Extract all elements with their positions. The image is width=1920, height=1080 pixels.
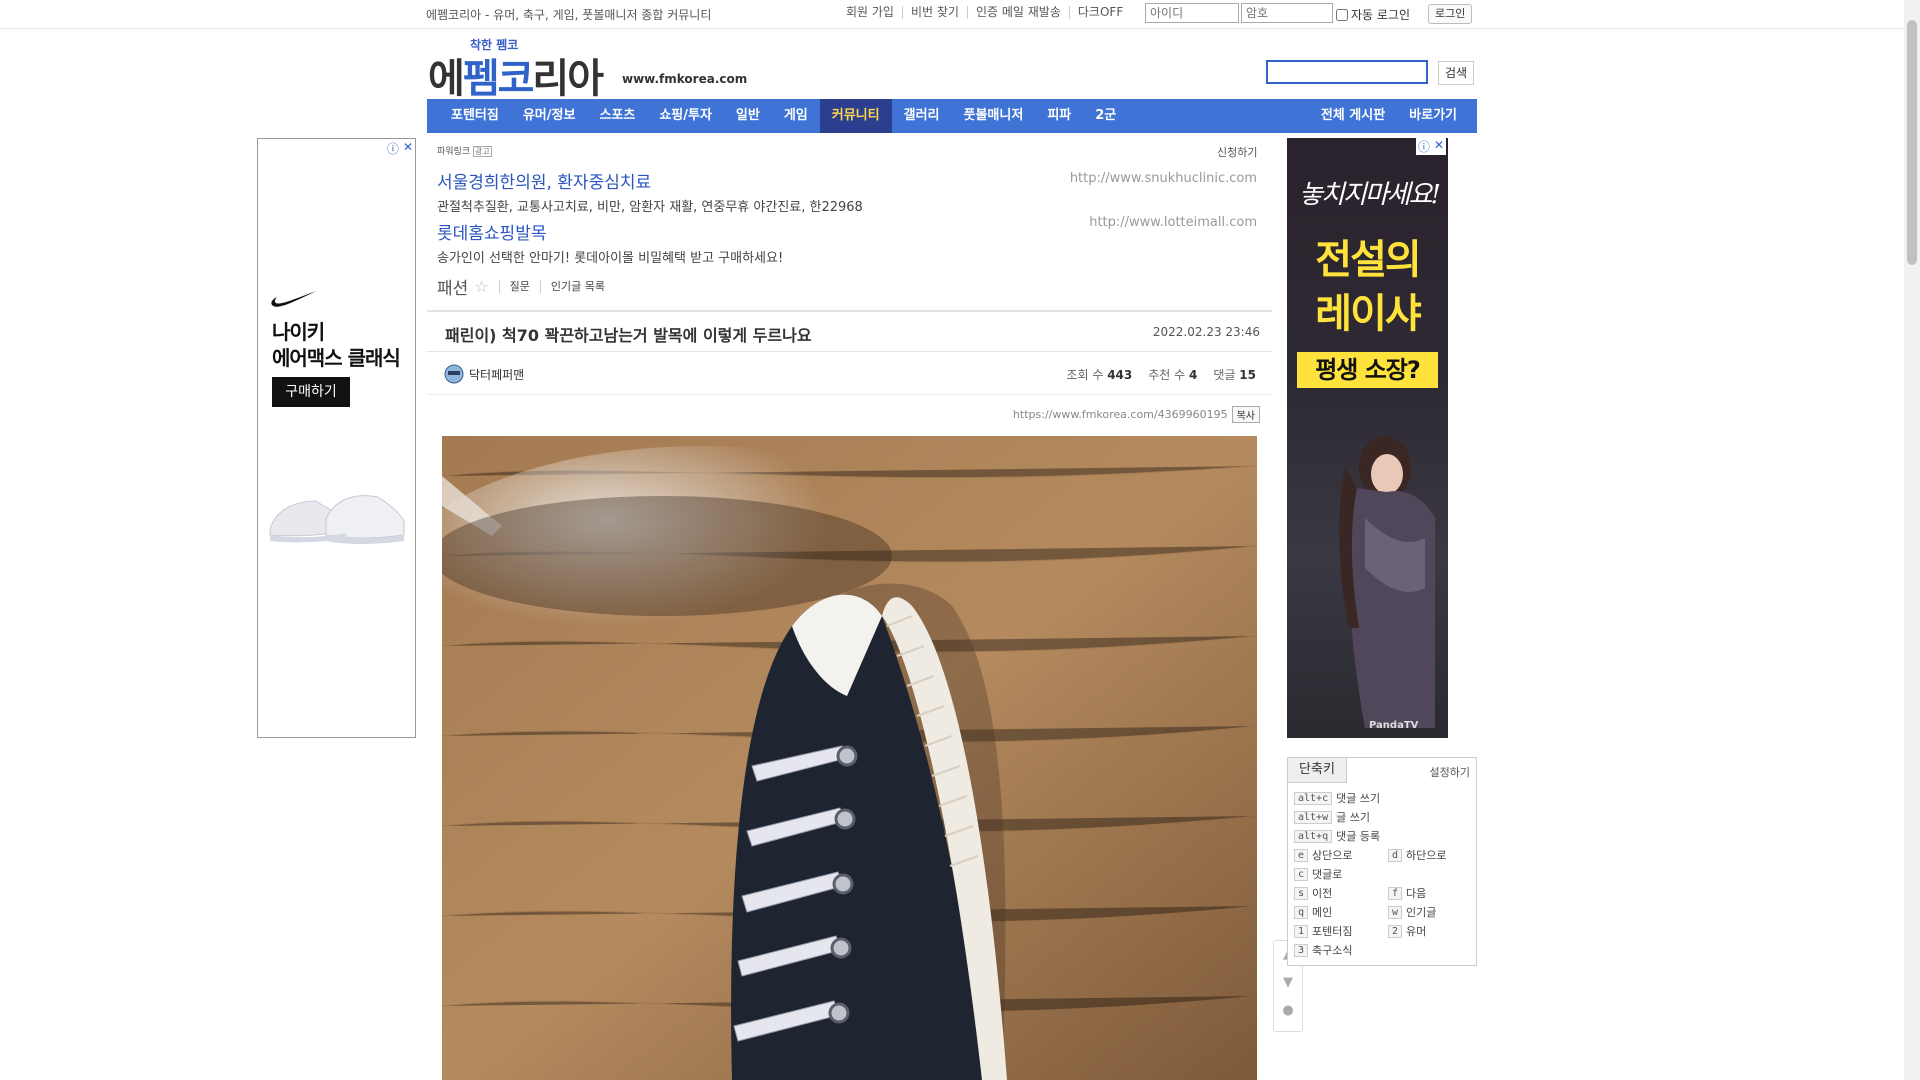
scrollbar-thumb[interactable] [1907,20,1917,265]
search-button[interactable]: 검색 [1438,61,1474,85]
post-url[interactable]: https://www.fmkorea.com/4369960195 [1013,408,1228,421]
left-ad-text: 나이키 에어맥스 클래식 [272,320,401,370]
avatar[interactable] [443,363,465,385]
powerlink-apply-link[interactable]: 신청하기 [1217,144,1257,160]
shortcut-item: alt+q 댓글 등록 [1294,828,1380,844]
nav-item-general[interactable]: 일반 [724,99,772,133]
nav-item-fm[interactable]: 풋볼매니저 [952,99,1036,133]
nav-item-shopping[interactable]: 쇼핑/투자 [647,99,724,133]
nav-item-gallery[interactable]: 갤러리 [892,99,952,133]
left-ad-buy-button[interactable]: 구매하기 [272,377,350,407]
login-button[interactable]: 로그인 [1428,4,1473,24]
right-ad-script: 놓치지마세요! [1299,180,1441,210]
auto-login[interactable]: 자동 로그인 [1336,6,1410,23]
left-ad-banner[interactable]: ⓘ ✕ 나이키 에어맥스 클래식 구매하기 [257,138,416,738]
shortcut-tab[interactable]: 단축키 [1288,758,1347,783]
nav-item-game[interactable]: 게임 [772,99,820,133]
shortcut-item: w 인기글 [1388,904,1436,920]
text-ad-url[interactable]: http://www.snukhuclinic.com [1070,171,1257,186]
dark-mode-toggle[interactable]: 다크OFF [1070,6,1131,19]
nav-item-community[interactable]: 커뮤니티 [819,99,892,133]
close-icon: ✕ [402,140,413,154]
text-ad-1[interactable]: 서울경희한의원, 환자중심치료 관절척추질환, 교통사고치료, 비만, 암환자 … [437,168,1267,215]
shortcut-item: 3 축구소식 [1294,942,1353,958]
id-input[interactable] [1145,3,1239,23]
shortcut-item: e 상단으로 [1294,847,1353,863]
post-date: 2022.02.23 23:46 [1152,325,1260,339]
board-sub-popular[interactable]: 인기글 목록 [539,280,615,293]
sneaker-image [269,495,405,544]
resend-email-link[interactable]: 인증 메일 재발송 [968,6,1070,19]
post-image[interactable] [442,436,1257,1080]
right-ad-box: 평생 소장? [1297,352,1438,388]
password-input[interactable] [1241,3,1333,23]
shortcut-item: c 댓글로 [1294,866,1342,882]
search-input[interactable] [1266,60,1428,84]
page-scrollbar[interactable] [1904,0,1920,1080]
powerlink-label: 파워링크 광고 [437,146,492,157]
comment-icon[interactable]: ● [1274,997,1302,1025]
info-icon: ⓘ [1417,140,1430,154]
shortcut-item: alt+w 글 쓰기 [1294,809,1370,825]
comments-stat: 댓글 15 [1213,368,1256,382]
nav-item-humor[interactable]: 유머/정보 [511,99,588,133]
shortcut-box: 단축키 설정하기 alt+c 댓글 쓰기 alt+w 글 쓰기 alt+q 댓글 등록… [1287,757,1477,966]
text-ad-url[interactable]: http://www.lotteimall.com [1089,215,1257,230]
info-icon: ⓘ [386,142,399,156]
shortcut-item: q 메인 [1294,904,1332,920]
text-ad-desc: 송가인이 선택한 안마기! 롯데아이몰 비밀혜택 받고 구매하세요! [437,251,784,266]
shortcut-item: 1 포텐터짐 [1294,923,1353,939]
board-name[interactable]: 패션 [437,274,468,299]
auto-login-label: 자동 로그인 [1351,8,1411,22]
text-ad-desc: 관절척추질환, 교통사고치료, 비만, 암환자 재활, 연중무휴 야간진료, 한… [437,200,863,215]
shortcut-item: 2 유머 [1388,923,1426,939]
recommend-stat: 추천 수 4 [1148,368,1198,382]
main-nav: 포텐터짐 유머/정보 스포츠 쇼핑/투자 일반 게임 커뮤니티 갤러리 풋볼매니… [427,99,1477,133]
shortcut-item: f 다음 [1388,885,1426,901]
nav-item-poten[interactable]: 포텐터짐 [439,99,511,133]
close-icon: ✕ [1433,138,1444,152]
scroll-down-icon[interactable]: ▼ [1274,969,1302,997]
right-ad-banner[interactable]: ⓘ ✕ 놓치지마세요! 전설의 레이샤 평생 소장? PandaTV [1287,138,1448,738]
shortcut-item: alt+c 댓글 쓰기 [1294,790,1380,806]
shortcut-item: s 이전 [1294,885,1332,901]
right-ad-line1: 전설의 [1315,237,1421,283]
top-bar: 에펨코리아 - 유머, 축구, 게임, 풋볼매니저 종합 커뮤니티 회원 가입 … [0,0,1904,29]
signup-link[interactable]: 회원 가입 [838,6,903,19]
shortcut-settings-link[interactable]: 설정하기 [1430,764,1470,780]
board-sub-question[interactable]: 질문 [498,280,540,293]
top-links: 회원 가입 비번 찾기 인증 메일 재발송 다크OFF [838,6,1131,19]
nav-shortcuts[interactable]: 바로가기 [1397,99,1469,133]
post-title: 패린이) 척70 꽉끈하고남는거 발목에 이렇게 두르나요 [445,326,812,345]
logo-text: 에펨코리아 [428,56,604,102]
pandatv-logo: PandaTV [1369,720,1419,731]
copy-url-button[interactable]: 복사 [1231,406,1260,423]
star-icon[interactable]: ☆ [474,277,488,296]
board-header: 패션 ☆ 질문 인기글 목록 [437,274,615,299]
ad-model-image [1339,436,1435,728]
find-password-link[interactable]: 비번 찾기 [903,6,968,19]
shortcut-item: d 하단으로 [1388,847,1447,863]
post-stats: 조회 수 443 추천 수 4 댓글 15 [1066,366,1256,383]
post-url-row: https://www.fmkorea.com/4369960195 복사 [1013,406,1260,423]
ad-info-icons[interactable]: ⓘ ✕ [1415,138,1446,155]
right-ad-line2: 레이샤 [1315,291,1421,337]
nav-all-boards[interactable]: 전체 게시판 [1309,99,1397,133]
nav-item-2gun[interactable]: 2군 [1083,99,1128,133]
post-title-bar: 패린이) 척70 꽉끈하고남는거 발목에 이렇게 두르나요 2022.02.23… [427,310,1272,352]
nike-swoosh-icon [271,291,316,307]
ad-info-icons[interactable]: ⓘ ✕ [387,140,413,157]
nav-item-fifa[interactable]: 피파 [1035,99,1083,133]
site-tagline: 에펨코리아 - 유머, 축구, 게임, 풋볼매니저 종합 커뮤니티 [426,8,712,22]
text-ad-2[interactable]: 롯데홈쇼핑발목 송가인이 선택한 안마기! 롯데아이몰 비밀혜택 받고 구매하세… [437,215,1267,266]
views-stat: 조회 수 443 [1066,368,1133,382]
nav-item-sports[interactable]: 스포츠 [587,99,647,133]
post-author[interactable]: 닥터페퍼맨 [469,366,524,383]
logo-url: www.fmkorea.com [622,72,748,86]
post-meta: 닥터페퍼맨 조회 수 443 추천 수 4 댓글 15 [427,352,1272,395]
auto-login-checkbox[interactable] [1336,8,1348,21]
